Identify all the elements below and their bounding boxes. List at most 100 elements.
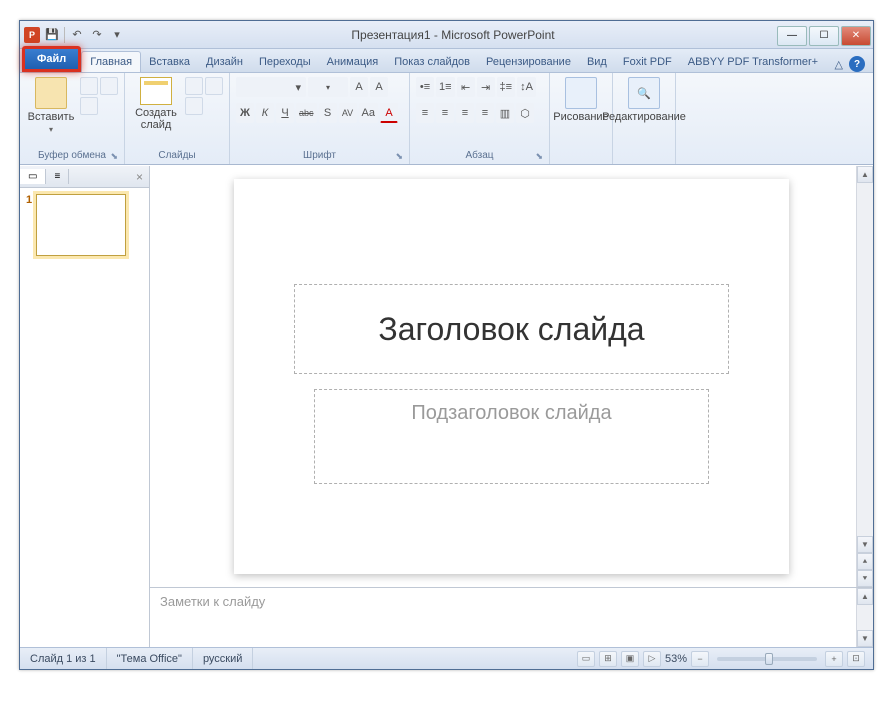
zoom-thumb[interactable] xyxy=(765,653,773,665)
shrink-font-button[interactable]: A xyxy=(370,77,388,97)
shadow-button[interactable]: S xyxy=(319,103,337,123)
smartart-button[interactable]: ⬡ xyxy=(516,103,534,123)
section-button[interactable] xyxy=(185,97,203,115)
panel-tab-slides[interactable]: ▭ xyxy=(20,169,46,184)
reset-button[interactable] xyxy=(205,77,223,95)
cut-button[interactable] xyxy=(80,77,98,95)
thumbnails: 1 xyxy=(20,188,149,647)
align-left-button[interactable]: ≡ xyxy=(416,103,434,123)
tab-insert[interactable]: Вставка xyxy=(141,52,198,72)
undo-button[interactable]: ↶ xyxy=(69,27,85,43)
increase-indent-button[interactable]: ⇥ xyxy=(477,77,495,97)
app-icon: P xyxy=(24,27,40,43)
tab-home[interactable]: Главная xyxy=(81,51,141,72)
tab-transitions[interactable]: Переходы xyxy=(251,52,319,72)
tab-foxit[interactable]: Foxit PDF xyxy=(615,52,680,72)
tab-slideshow[interactable]: Показ слайдов xyxy=(386,52,478,72)
columns-button[interactable]: ▥ xyxy=(496,103,514,123)
italic-button[interactable]: К xyxy=(256,103,274,123)
title-placeholder[interactable]: Заголовок слайда xyxy=(294,284,729,374)
editing-button[interactable]: 🔍 Редактирование xyxy=(619,77,669,123)
tab-abbyy[interactable]: ABBYY PDF Transformer+ xyxy=(680,52,826,72)
fit-to-window-button[interactable]: ⊡ xyxy=(847,651,865,667)
font-family-combo[interactable]: ▾ xyxy=(236,77,306,97)
next-slide-button[interactable]: ⯆ xyxy=(857,570,873,587)
tab-review[interactable]: Рецензирование xyxy=(478,52,579,72)
notes-scroll-up[interactable]: ▲ xyxy=(857,588,873,605)
slide[interactable]: Заголовок слайда Подзаголовок слайда xyxy=(234,179,789,574)
window-title: Презентация1 - Microsoft PowerPoint xyxy=(129,28,777,42)
line-spacing-button[interactable]: ‡≡ xyxy=(497,77,516,97)
group-editing-label xyxy=(619,149,669,162)
paragraph-launcher[interactable]: ⬊ xyxy=(535,151,543,162)
window-controls: — ☐ ✕ xyxy=(777,24,873,46)
tab-design[interactable]: Дизайн xyxy=(198,52,251,72)
ribbon: Вставить ▾ Буфер обмена⬊ Создать слайд xyxy=(20,73,873,165)
sorter-view-button[interactable]: ⊞ xyxy=(599,651,617,667)
font-size-combo[interactable]: ▾ xyxy=(308,77,348,97)
group-clipboard-label: Буфер обмена⬊ xyxy=(26,149,118,162)
layout-button[interactable] xyxy=(185,77,203,95)
normal-view-button[interactable]: ▭ xyxy=(577,651,595,667)
bullets-button[interactable]: •≡ xyxy=(416,77,434,97)
font-color-button[interactable]: A xyxy=(380,103,398,123)
minimize-button[interactable]: — xyxy=(777,26,807,46)
thumbnail-preview[interactable] xyxy=(36,194,126,256)
underline-button[interactable]: Ч xyxy=(276,103,294,123)
notes-pane[interactable]: Заметки к слайду ▲ ▼ xyxy=(150,587,873,647)
status-slide-info: Слайд 1 из 1 xyxy=(20,648,107,669)
canvas-area[interactable]: Заголовок слайда Подзаголовок слайда ▲ ▼… xyxy=(150,166,873,587)
zoom-out-button[interactable]: − xyxy=(691,651,709,667)
case-button[interactable]: Aa xyxy=(359,103,378,123)
slideshow-view-button[interactable]: ▷ xyxy=(643,651,661,667)
help-button[interactable]: ? xyxy=(849,56,865,72)
zoom-slider[interactable] xyxy=(717,657,817,661)
tab-view[interactable]: Вид xyxy=(579,52,615,72)
text-direction-button[interactable]: ↕A xyxy=(517,77,536,97)
copy-button[interactable] xyxy=(100,77,118,95)
maximize-button[interactable]: ☐ xyxy=(809,26,839,46)
zoom-in-button[interactable]: + xyxy=(825,651,843,667)
thumbnail-item[interactable]: 1 xyxy=(26,194,143,256)
drawing-label: Рисование xyxy=(553,111,608,123)
tab-animation[interactable]: Анимация xyxy=(319,52,387,72)
align-center-button[interactable]: ≡ xyxy=(436,103,454,123)
panel-close-button[interactable]: × xyxy=(130,170,149,184)
clipboard-launcher[interactable]: ⬊ xyxy=(110,151,118,162)
tab-file[interactable]: Файл xyxy=(22,46,81,72)
numbering-button[interactable]: 1≡ xyxy=(436,77,455,97)
subtitle-placeholder[interactable]: Подзаголовок слайда xyxy=(314,389,709,484)
zoom-value[interactable]: 53% xyxy=(665,653,687,665)
spacing-button[interactable]: AV xyxy=(339,103,357,123)
shapes-icon xyxy=(565,77,597,109)
new-slide-icon xyxy=(140,77,172,105)
notes-scroll-down[interactable]: ▼ xyxy=(857,630,873,647)
justify-button[interactable]: ≡ xyxy=(476,103,494,123)
ribbon-minimize-button[interactable]: △ xyxy=(835,58,843,71)
notes-scrollbar[interactable]: ▲ ▼ xyxy=(856,588,873,647)
redo-button[interactable]: ↷ xyxy=(89,27,105,43)
format-painter-button[interactable] xyxy=(80,97,98,115)
grow-font-button[interactable]: A xyxy=(350,77,368,97)
paste-button[interactable]: Вставить ▾ xyxy=(26,77,76,134)
drawing-button[interactable]: Рисование xyxy=(556,77,606,123)
align-right-button[interactable]: ≡ xyxy=(456,103,474,123)
vertical-scrollbar[interactable]: ▲ ▼ ⯅ ⯆ xyxy=(856,166,873,587)
qat-customize-button[interactable]: ▾ xyxy=(109,27,125,43)
font-launcher[interactable]: ⬊ xyxy=(395,151,403,162)
reading-view-button[interactable]: ▣ xyxy=(621,651,639,667)
bold-button[interactable]: Ж xyxy=(236,103,254,123)
save-button[interactable]: 💾 xyxy=(44,27,60,43)
panel-tab-outline[interactable]: ≡ xyxy=(46,169,69,184)
status-language[interactable]: русский xyxy=(193,648,253,669)
new-slide-button[interactable]: Создать слайд xyxy=(131,77,181,131)
close-button[interactable]: ✕ xyxy=(841,26,871,46)
prev-slide-button[interactable]: ⯅ xyxy=(857,553,873,570)
paste-label: Вставить xyxy=(28,111,75,123)
decrease-indent-button[interactable]: ⇤ xyxy=(457,77,475,97)
group-slides: Создать слайд Слайды xyxy=(125,73,230,164)
strike-button[interactable]: abc xyxy=(296,103,317,123)
scroll-down-button[interactable]: ▼ xyxy=(857,536,873,553)
panel-tabs: ▭ ≡ × xyxy=(20,166,149,188)
scroll-up-button[interactable]: ▲ xyxy=(857,166,873,183)
